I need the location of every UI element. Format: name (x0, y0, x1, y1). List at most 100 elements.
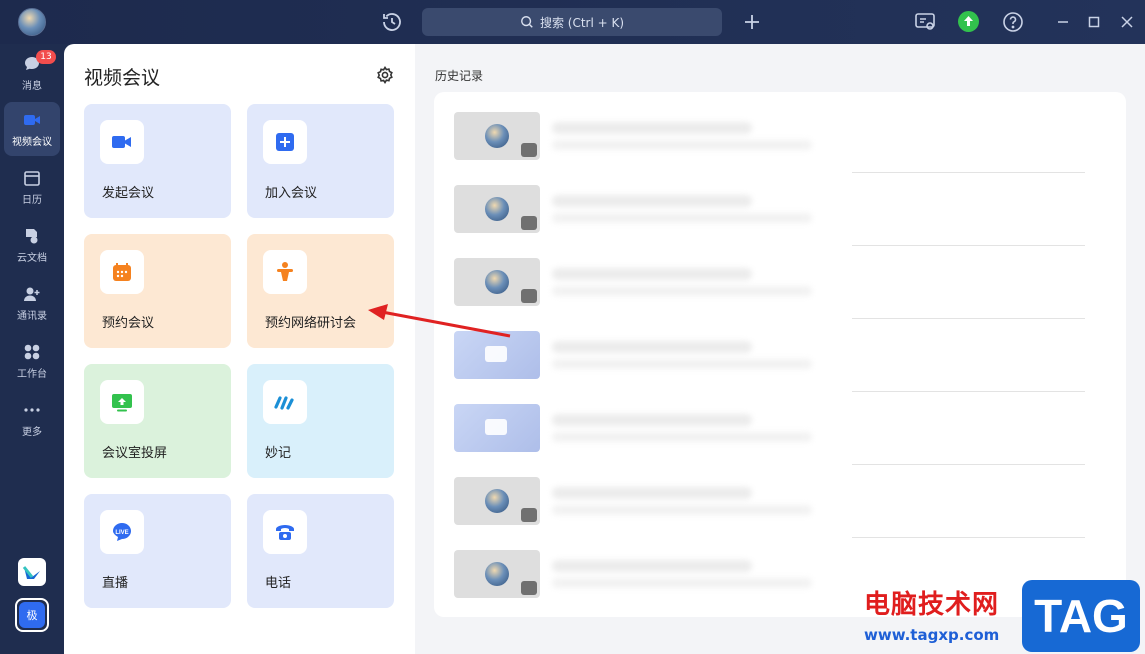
blurred-text (552, 487, 752, 499)
history-list[interactable] (434, 92, 1126, 617)
left-rail: 消息 13 视频会议 日历 云文档 通讯录 工作台 更多 极 (0, 44, 64, 654)
calendar-icon (100, 250, 144, 294)
contacts-icon (24, 287, 40, 301)
minutes-icon (521, 216, 537, 230)
blurred-text (552, 414, 752, 426)
history-thumbnail (454, 550, 540, 598)
close-icon[interactable] (1115, 10, 1139, 34)
rail-label: 云文档 (17, 253, 47, 264)
unread-badge: 13 (36, 50, 56, 64)
app-shortcut-icon[interactable] (18, 558, 46, 586)
history-item[interactable] (454, 92, 1104, 165)
history-item[interactable] (454, 384, 1104, 457)
minutes-icon (521, 508, 537, 522)
card-label: 妙记 (265, 446, 292, 461)
start-meeting-button[interactable]: 发起会议 (84, 104, 231, 218)
minutes-icon (521, 289, 537, 303)
rail-item-messages[interactable]: 消息 13 (4, 46, 60, 100)
room-cast-button[interactable]: 会议室投屏 (84, 364, 231, 478)
rail-item-docs[interactable]: 云文档 (4, 218, 60, 272)
card-label: 预约会议 (102, 316, 155, 331)
card-label: 电话 (265, 576, 292, 591)
help-icon[interactable] (1001, 10, 1025, 34)
history-thumbnail (454, 404, 540, 452)
card-label: 加入会议 (265, 186, 318, 201)
history-thumbnail (454, 477, 540, 525)
card-label: 预约网络研讨会 (265, 316, 357, 331)
grid-icon (24, 344, 40, 360)
rail-label: 更多 (22, 427, 42, 438)
watermark-logo: TAG (1022, 580, 1140, 652)
blurred-text (552, 432, 812, 442)
upgrade-icon[interactable] (958, 11, 979, 32)
page-title: 视频会议 (84, 67, 161, 89)
card-label: 直播 (102, 576, 129, 591)
gear-icon[interactable] (375, 65, 395, 85)
blurred-text (552, 195, 752, 207)
history-panel: 历史记录 (415, 44, 1145, 654)
blurred-text (552, 505, 812, 515)
minutes-button[interactable]: 妙记 (247, 364, 394, 478)
tenant-badge: 极 (19, 602, 45, 628)
meeting-room-icon[interactable] (913, 10, 937, 34)
card-label: 会议室投屏 (102, 446, 168, 461)
blurred-text (552, 560, 752, 572)
plus-square-icon (263, 120, 307, 164)
blurred-text (552, 140, 812, 150)
notes-logo-icon (263, 380, 307, 424)
blurred-text (552, 578, 812, 588)
blurred-text (552, 341, 752, 353)
tenant-switch[interactable]: 极 (15, 598, 49, 632)
lectern-icon (263, 250, 307, 294)
rail-label: 视频会议 (12, 137, 52, 148)
rail-label: 日历 (22, 195, 42, 206)
schedule-meeting-button[interactable]: 预约会议 (84, 234, 231, 348)
rail-item-contacts[interactable]: 通讯录 (4, 276, 60, 330)
rail-item-calendar[interactable]: 日历 (4, 160, 60, 214)
rail-item-more[interactable]: 更多 (4, 392, 60, 446)
blurred-text (552, 213, 812, 223)
history-item[interactable] (454, 238, 1104, 311)
more-dots-icon (24, 408, 40, 412)
history-thumbnail (454, 258, 540, 306)
blurred-text (552, 268, 752, 280)
watermark: 电脑技术网 www.tagxp.com TAG (858, 578, 1145, 654)
blurred-text (552, 286, 812, 296)
video-camera-icon (100, 120, 144, 164)
cloud-doc-icon (26, 229, 38, 244)
minutes-icon (521, 581, 537, 595)
history-item[interactable] (454, 165, 1104, 238)
live-icon: LIVE (100, 510, 144, 554)
history-thumbnail (454, 185, 540, 233)
history-thumbnail (454, 112, 540, 160)
history-title: 历史记录 (435, 69, 484, 83)
phone-icon (263, 510, 307, 554)
history-item[interactable] (454, 457, 1104, 530)
history-icon[interactable] (380, 10, 404, 34)
rail-label: 工作台 (17, 369, 47, 380)
user-avatar[interactable] (18, 8, 46, 36)
video-camera-icon (24, 115, 40, 125)
plus-icon[interactable] (740, 10, 764, 34)
rail-item-video-meeting[interactable]: 视频会议 (4, 102, 60, 156)
svg-text:LIVE: LIVE (115, 530, 128, 536)
rail-item-workbench[interactable]: 工作台 (4, 334, 60, 388)
search-input[interactable]: 搜索 (Ctrl + K) (422, 8, 722, 36)
blurred-text (552, 359, 812, 369)
search-placeholder: 搜索 (Ctrl + K) (539, 15, 625, 30)
calendar-icon (24, 171, 40, 186)
blurred-text (552, 122, 752, 134)
search-icon (521, 16, 533, 28)
maximize-icon[interactable] (1082, 10, 1106, 34)
phone-button[interactable]: 电话 (247, 494, 394, 608)
live-stream-button[interactable]: LIVE 直播 (84, 494, 231, 608)
screen-cast-icon (100, 380, 144, 424)
minimize-icon[interactable] (1051, 10, 1075, 34)
rail-label: 消息 (22, 81, 42, 92)
history-item[interactable] (454, 311, 1104, 384)
card-label: 发起会议 (102, 186, 155, 201)
title-bar: 搜索 (Ctrl + K) (0, 0, 1145, 44)
watermark-site-name: 电脑技术网 (864, 590, 1000, 620)
video-camera-icon (485, 419, 507, 435)
join-meeting-button[interactable]: 加入会议 (247, 104, 394, 218)
